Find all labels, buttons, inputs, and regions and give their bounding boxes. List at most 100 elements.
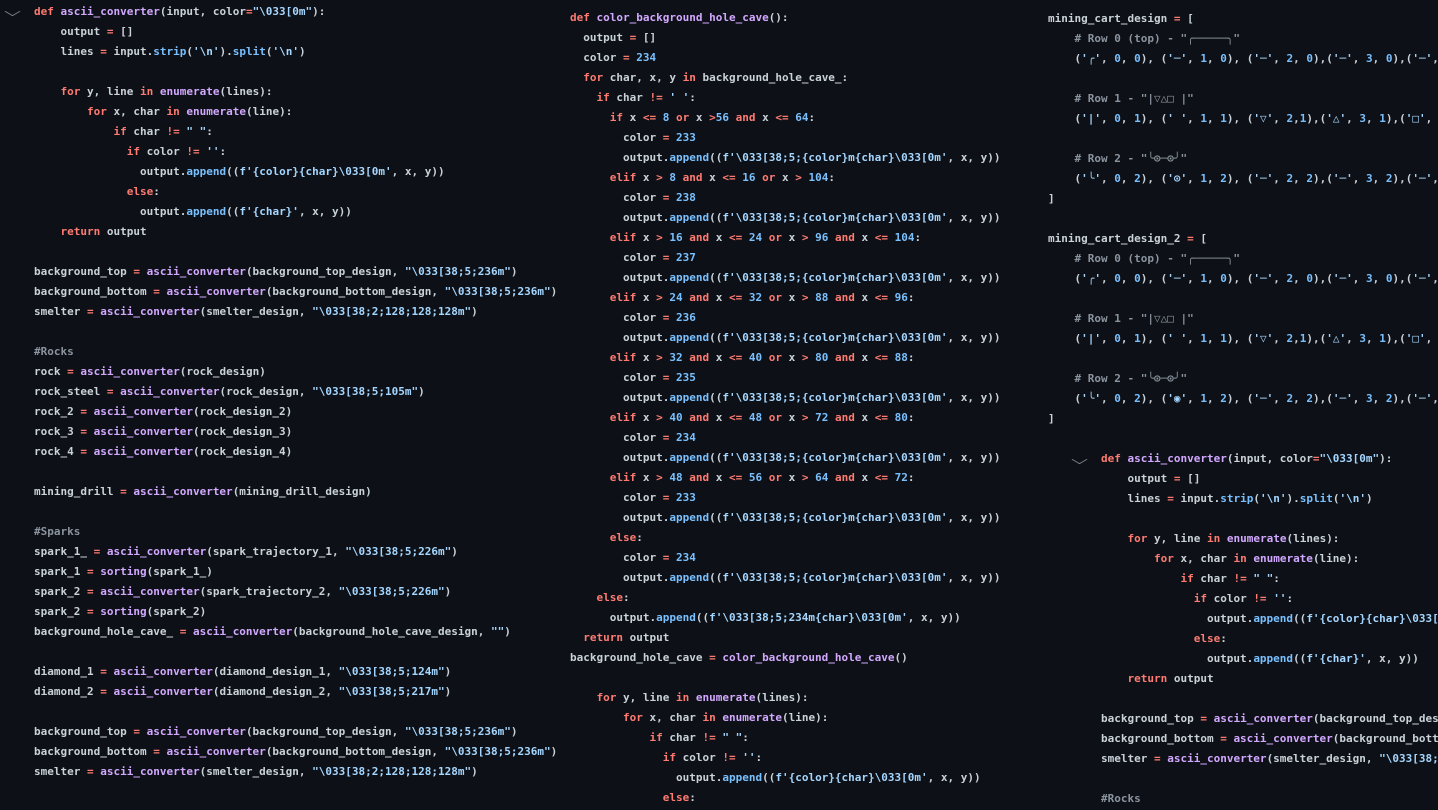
- code-token: :: [689, 91, 696, 104]
- code-token: x: [855, 471, 875, 484]
- code-line: background_top = ascii_converter(backgro…: [34, 722, 557, 742]
- code-token: [669, 551, 676, 564]
- code-line: [34, 642, 557, 662]
- code-line: elif x > 8 and x <= 16 or x > 104:: [570, 168, 1001, 188]
- code-token: :: [1286, 592, 1293, 605]
- code-line: output.append((f'\033[38;5;{color}m{char…: [570, 208, 1001, 228]
- code-token: ,: [1353, 52, 1366, 65]
- code-token: (rock_design_2): [193, 405, 292, 418]
- code-token: [570, 791, 663, 804]
- code-token: in: [1233, 552, 1246, 565]
- code-token: 1: [1200, 52, 1207, 65]
- code-token: x: [636, 471, 656, 484]
- code-token: 40: [669, 411, 682, 424]
- code-token: 0: [1114, 172, 1121, 185]
- code-token: (: [1253, 492, 1260, 505]
- code-token: (lines):: [755, 691, 808, 704]
- code-token: ascii_converter: [1167, 752, 1266, 765]
- code-token: diamond_1: [34, 665, 100, 678]
- code-line: if color != '':: [570, 748, 1001, 768]
- code-token: 235: [676, 371, 696, 384]
- code-token: , x, y)): [299, 205, 352, 218]
- code-token: "\033[38;5;236m": [445, 285, 551, 298]
- fold-chevron-icon[interactable]: [5, 7, 21, 16]
- code-token: =: [87, 565, 94, 578]
- code-token: [1207, 712, 1214, 725]
- code-token: !=: [186, 145, 199, 158]
- code-token: '╰': [1081, 172, 1101, 185]
- code-token: 234: [676, 551, 696, 564]
- code-token: enumerate: [160, 85, 220, 98]
- code-token: (lines):: [1286, 532, 1339, 545]
- code-line: for y, line in enumerate(lines):: [570, 688, 1001, 708]
- code-token: ascii_converter: [147, 265, 246, 278]
- code-token: ), (: [1227, 392, 1254, 405]
- code-token: in: [683, 71, 696, 84]
- code-line: if color != '':: [34, 142, 557, 162]
- code-token: x: [709, 411, 729, 424]
- code-line: rock_steel = ascii_converter(rock_design…: [34, 382, 557, 402]
- code-token: (line):: [782, 711, 828, 724]
- code-token: 234: [636, 51, 656, 64]
- code-token: ,: [1346, 112, 1359, 125]
- code-token: ,: [1187, 52, 1200, 65]
- code-token: in: [166, 105, 179, 118]
- code-token: (input, color: [1227, 452, 1313, 465]
- code-token: >: [802, 471, 809, 484]
- code-line: output.append((f'\033[38;5;{color}m{char…: [570, 448, 1001, 468]
- code-token: ,: [1426, 112, 1438, 125]
- code-token: enumerate: [696, 691, 756, 704]
- code-token: (): [895, 651, 908, 664]
- code-token: ,: [1121, 52, 1134, 65]
- code-token: ,: [1273, 112, 1286, 125]
- code-token: (: [1048, 392, 1081, 405]
- code-token: ): [445, 685, 452, 698]
- code-token: 32: [749, 291, 762, 304]
- code-token: [570, 351, 610, 364]
- code-token: ,: [1432, 392, 1438, 405]
- code-token: <=: [875, 231, 888, 244]
- code-token: (input, color: [160, 5, 246, 18]
- code-token: diamond_2: [34, 685, 100, 698]
- code-token: 40: [749, 351, 762, 364]
- code-token: x, char: [107, 105, 167, 118]
- code-token: sorting: [100, 605, 146, 618]
- code-token: ,: [1207, 332, 1220, 345]
- code-token: '─': [1412, 172, 1432, 185]
- code-token: ),(: [1393, 52, 1413, 65]
- code-token: # Row 1 - "|▽△□ |": [1048, 312, 1194, 325]
- code-token: ' ': [669, 91, 689, 104]
- code-token: output.: [570, 211, 669, 224]
- code-token: "": [491, 625, 504, 638]
- code-line: ]: [1048, 189, 1438, 209]
- code-token: "\033[38;5;226m": [345, 545, 451, 558]
- code-line: for x, char in enumerate(line):: [570, 708, 1001, 728]
- code-token: 56: [716, 111, 729, 124]
- code-token: and: [689, 291, 709, 304]
- code-token: mining_cart_design_2: [1048, 232, 1187, 245]
- code-token: ,: [1187, 332, 1200, 345]
- code-token: 2: [1306, 172, 1313, 185]
- code-token: ((: [1293, 652, 1306, 665]
- code-token: if: [597, 91, 610, 104]
- code-token: <=: [775, 111, 788, 124]
- code-token: color_background_hole_cave: [597, 11, 769, 24]
- code-line: background_bottom = ascii_converter(back…: [34, 742, 557, 762]
- code-token: '╰': [1081, 392, 1101, 405]
- code-token: "\033[38;5;226m": [339, 585, 445, 598]
- code-token: [34, 125, 113, 138]
- code-line: # Row 2 - "╰⊙─⊙╯": [1048, 369, 1438, 389]
- code-token: x: [855, 231, 875, 244]
- code-token: :: [915, 231, 922, 244]
- code-token: output: [623, 631, 669, 644]
- code-token: (background_bottom_design,: [266, 285, 445, 298]
- code-token: '\n': [1339, 492, 1366, 505]
- code-token: , x, y)): [948, 511, 1001, 524]
- code-token: ): [511, 265, 518, 278]
- code-token: >: [802, 231, 809, 244]
- code-line: output.append((f'{color}{char}\033[0m', …: [34, 162, 557, 182]
- code-token: <=: [875, 471, 888, 484]
- code-token: ), (: [1141, 52, 1168, 65]
- code-token: 16: [742, 171, 755, 184]
- code-token: ascii_converter: [113, 665, 212, 678]
